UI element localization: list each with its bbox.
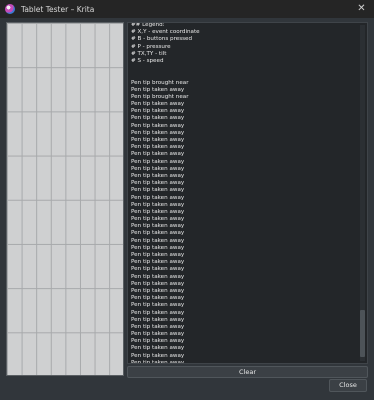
log-line: Pen tip taken away [131, 259, 185, 266]
log-line: Pen tip taken away [131, 359, 185, 364]
event-log-scrollbar[interactable] [360, 25, 365, 361]
log-line: Pen tip taken away [131, 273, 185, 280]
log-line: Pen tip taken away [131, 345, 185, 352]
log-line: Pen tip brought near [131, 93, 189, 100]
log-line: Pen tip taken away [131, 158, 185, 165]
log-line: Pen tip taken away [131, 309, 185, 316]
clear-button[interactable]: Clear [127, 366, 368, 378]
log-line: Pen tip taken away [131, 223, 185, 230]
log-line: # S - speed [131, 57, 164, 64]
log-line: Pen tip taken away [131, 323, 185, 330]
log-line: Pen tip taken away [131, 172, 185, 179]
log-line: Pen tip taken away [131, 129, 185, 136]
log-line: Pen tip taken away [131, 316, 185, 323]
log-line: Pen tip taken away [131, 101, 185, 108]
log-line: Pen tip taken away [131, 187, 185, 194]
tablet-tester-dialog: Tablet Tester – Krita ✕ ## Legend: # X,Y … [0, 0, 374, 400]
log-line: # P - pressure [131, 43, 171, 50]
log-line: Pen tip taken away [131, 230, 185, 237]
close-button[interactable]: Close [329, 379, 367, 392]
log-line: Pen tip taken away [131, 216, 185, 223]
log-line: Pen tip taken away [131, 302, 185, 309]
window-title: Tablet Tester – Krita [21, 4, 95, 14]
log-line: Pen tip taken away [131, 338, 185, 345]
log-line: # TX,TY - tilt [131, 50, 167, 57]
log-line: Pen tip brought near [131, 79, 189, 86]
log-line: Pen tip taken away [131, 108, 185, 115]
event-log[interactable]: ## Legend: # X,Y - event coordinate # B - … [127, 22, 368, 364]
log-line: Pen tip taken away [131, 115, 185, 122]
scrollbar-thumb[interactable] [360, 310, 365, 357]
log-line: Pen tip taken away [131, 331, 185, 338]
log-line: Pen tip taken away [131, 180, 185, 187]
close-icon[interactable]: ✕ [355, 2, 368, 15]
log-line: Pen tip taken away [131, 280, 185, 287]
log-line: Pen tip taken away [131, 201, 185, 208]
log-line: Pen tip taken away [131, 144, 185, 151]
log-line: Pen tip taken away [131, 86, 185, 93]
log-line: # X,Y - event coordinate [131, 29, 200, 36]
event-log-text: ## Legend: # X,Y - event coordinate # B - … [131, 22, 355, 364]
log-line: Pen tip taken away [131, 244, 185, 251]
title-bar: Tablet Tester – Krita ✕ [0, 0, 374, 18]
log-line: Pen tip taken away [131, 194, 185, 201]
log-line: Pen tip taken away [131, 266, 185, 273]
log-line: # B - buttons pressed [131, 36, 193, 43]
log-line: Pen tip taken away [131, 165, 185, 172]
krita-logo-icon [5, 4, 15, 14]
log-line: ## Legend: [131, 22, 165, 28]
log-line: Pen tip taken away [131, 151, 185, 158]
log-line: Pen tip taken away [131, 252, 185, 258]
log-line: Pen tip taken away [131, 137, 185, 143]
log-line: Pen tip taken away [131, 237, 185, 244]
log-line: Pen tip taken away [131, 295, 185, 302]
log-line: Pen tip taken away [131, 122, 185, 129]
tablet-test-area[interactable] [6, 22, 124, 376]
log-line: Pen tip taken away [131, 208, 185, 215]
log-line: Pen tip taken away [131, 352, 185, 359]
log-line: Pen tip taken away [131, 287, 185, 294]
